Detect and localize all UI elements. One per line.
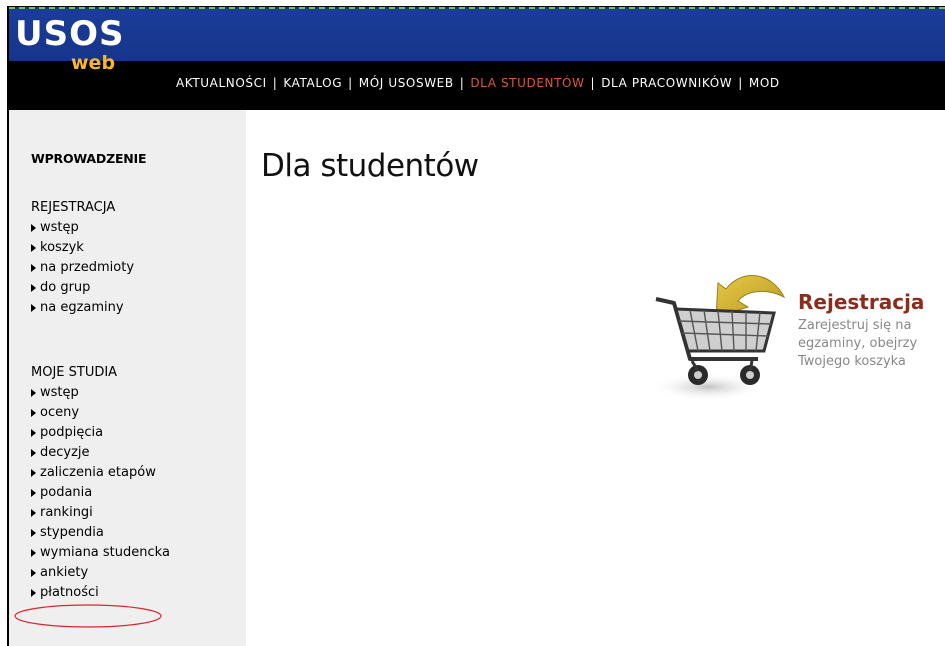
sidebar-item-decyzje[interactable]: decyzje bbox=[31, 443, 170, 463]
card-text-line: Zarejestruj się na bbox=[798, 318, 912, 333]
nav-separator: | bbox=[459, 76, 465, 90]
sidebar-item-podpiecia[interactable]: podpięcia bbox=[31, 423, 170, 443]
sidebar-item-label: stypendia bbox=[40, 525, 104, 540]
sidebar-item-podania[interactable]: podania bbox=[31, 483, 170, 503]
sidebar-item-do-grup[interactable]: do grup bbox=[31, 278, 134, 298]
sidebar-item-label: ankiety bbox=[40, 565, 89, 580]
nav-katalog[interactable]: KATALOG bbox=[283, 76, 342, 90]
sidebar-item-rankingi[interactable]: rankingi bbox=[31, 503, 170, 523]
triangle-right-icon bbox=[31, 284, 36, 292]
sidebar-section-title: MOJE STUDIA bbox=[31, 365, 118, 380]
sidebar-item-label: rankingi bbox=[40, 505, 93, 520]
sidebar-item-label: zaliczenia etapów bbox=[40, 465, 156, 480]
triangle-right-icon bbox=[31, 449, 36, 457]
nav-dla-studentow[interactable]: DLA STUDENTÓW bbox=[470, 76, 584, 90]
triangle-right-icon bbox=[31, 409, 36, 417]
sidebar-section-rejestracja: REJESTRACJA wstęp koszyk na przedmioty d… bbox=[31, 198, 134, 318]
header-top-bar bbox=[9, 7, 945, 61]
sidebar-item-wprowadzenie[interactable]: WPROWADZENIE bbox=[31, 151, 147, 166]
sidebar-item-label: oceny bbox=[40, 405, 80, 420]
nav-aktualnosci[interactable]: AKTUALNOŚCI bbox=[176, 76, 267, 90]
page-title: Dla studentów bbox=[261, 148, 479, 184]
triangle-right-icon bbox=[31, 304, 36, 312]
sidebar-section-title: REJESTRACJA bbox=[31, 200, 116, 215]
sidebar-section-moje-studia: MOJE STUDIA wstęp oceny podpięcia decyzj… bbox=[31, 363, 170, 603]
sidebar-item-label: decyzje bbox=[40, 445, 90, 460]
sidebar-item-stypendia[interactable]: stypendia bbox=[31, 523, 170, 543]
triangle-right-icon bbox=[31, 224, 36, 232]
sidebar: WPROWADZENIE REJESTRACJA wstęp koszyk na… bbox=[9, 110, 246, 646]
nav-moj-usosweb[interactable]: MÓJ USOSWEB bbox=[359, 76, 454, 90]
sidebar-item-ankiety[interactable]: ankiety bbox=[31, 563, 170, 583]
triangle-right-icon bbox=[31, 244, 36, 252]
sidebar-item-label: podania bbox=[40, 485, 93, 500]
annotation-ellipse bbox=[14, 604, 162, 628]
sidebar-item-label: wstęp bbox=[40, 220, 79, 235]
sidebar-item-zaliczenia-etapow[interactable]: zaliczenia etapów bbox=[31, 463, 170, 483]
nav-mod[interactable]: MOD bbox=[749, 76, 780, 90]
logo-usos[interactable]: USOS bbox=[15, 17, 125, 51]
triangle-right-icon bbox=[31, 389, 36, 397]
main-nav: AKTUALNOŚCI | KATALOG | MÓJ USOSWEB | DLA STUD… bbox=[176, 76, 780, 90]
sidebar-item-label: do grup bbox=[40, 280, 91, 295]
sidebar-item-label: wstęp bbox=[40, 385, 79, 400]
nav-separator: | bbox=[348, 76, 353, 90]
nav-separator: | bbox=[738, 76, 743, 90]
browser-page: USOS web AKTUALNOŚCI | KATALOG | MÓJ USOSWEB… bbox=[7, 6, 945, 646]
triangle-right-icon bbox=[31, 589, 36, 597]
triangle-right-icon bbox=[31, 549, 36, 557]
sidebar-item-rejestracja-wstep[interactable]: wstęp bbox=[31, 218, 134, 238]
card-title-rejestracja[interactable]: Rejestracja bbox=[798, 290, 924, 314]
triangle-right-icon bbox=[31, 264, 36, 272]
triangle-right-icon bbox=[31, 489, 36, 497]
sidebar-item-label: na egzaminy bbox=[40, 300, 124, 315]
card-text-line: egzaminy, obejrzy bbox=[798, 336, 918, 351]
sidebar-item-koszyk[interactable]: koszyk bbox=[31, 238, 134, 258]
sidebar-item-label: wymiana studencka bbox=[40, 545, 170, 560]
triangle-right-icon bbox=[31, 469, 36, 477]
sidebar-item-oceny[interactable]: oceny bbox=[31, 403, 170, 423]
nav-dla-pracownikow[interactable]: DLA PRACOWNIKÓW bbox=[601, 76, 732, 90]
logo-web[interactable]: web bbox=[71, 53, 115, 73]
triangle-right-icon bbox=[31, 529, 36, 537]
sidebar-item-label: na przedmioty bbox=[40, 260, 135, 275]
sidebar-item-wymiana-studencka[interactable]: wymiana studencka bbox=[31, 543, 170, 563]
nav-separator: | bbox=[272, 76, 278, 90]
sidebar-item-label: płatności bbox=[40, 585, 99, 600]
triangle-right-icon bbox=[31, 429, 36, 437]
sidebar-item-label: koszyk bbox=[40, 240, 84, 255]
card-text-line: Twojego koszyka bbox=[798, 354, 906, 369]
sidebar-item-label: podpięcia bbox=[40, 425, 104, 440]
sidebar-item-na-egzaminy[interactable]: na egzaminy bbox=[31, 298, 134, 318]
sidebar-item-na-przedmioty[interactable]: na przedmioty bbox=[31, 258, 134, 278]
nav-separator: | bbox=[590, 76, 596, 90]
triangle-right-icon bbox=[31, 509, 36, 517]
sidebar-item-studia-wstep[interactable]: wstęp bbox=[31, 383, 170, 403]
card-description: Zarejestruj się na egzaminy, obejrzy Two… bbox=[798, 317, 945, 371]
triangle-right-icon bbox=[31, 569, 36, 577]
shopping-cart-icon[interactable] bbox=[646, 259, 796, 409]
site-header: USOS web AKTUALNOŚCI | KATALOG | MÓJ USOSWEB… bbox=[9, 7, 945, 110]
sidebar-item-platnosci[interactable]: płatności bbox=[31, 583, 170, 603]
